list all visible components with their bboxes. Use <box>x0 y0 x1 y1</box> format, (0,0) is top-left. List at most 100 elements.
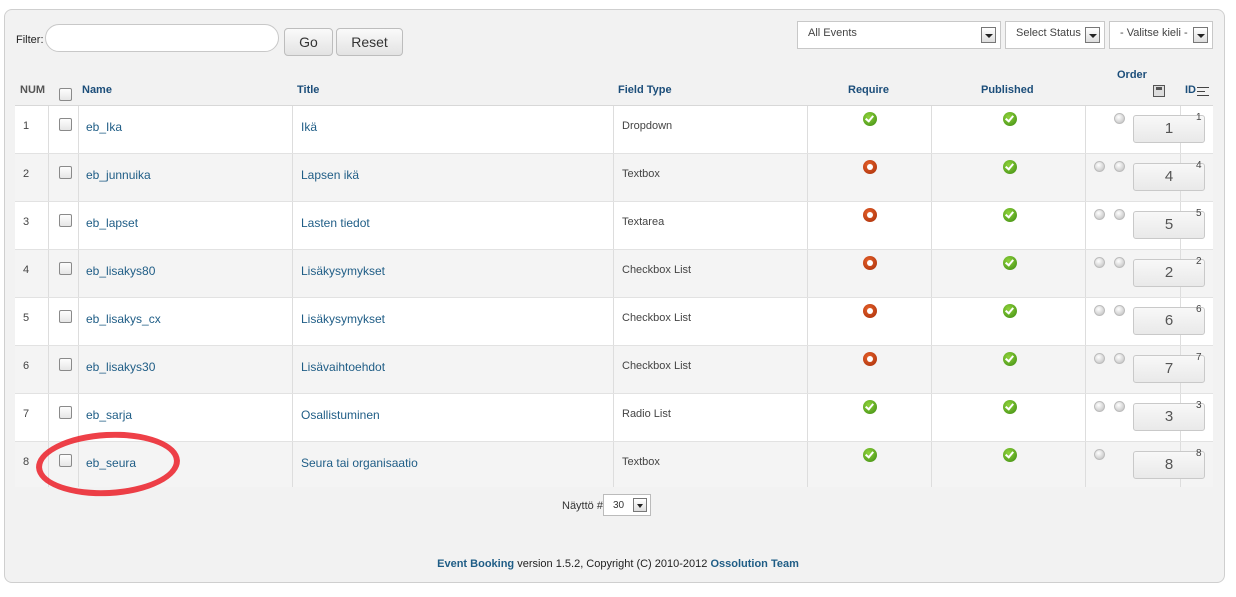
field-id: 5 <box>1196 208 1202 219</box>
move-down-icon[interactable] <box>1114 209 1125 220</box>
column-divider <box>931 106 932 153</box>
order-input[interactable]: 3 <box>1133 403 1205 431</box>
move-down-icon[interactable] <box>1114 257 1125 268</box>
field-name-link[interactable]: eb_lisakys_cx <box>86 312 161 326</box>
status-select[interactable]: Select Status <box>1005 21 1105 49</box>
field-title-link[interactable]: Lisäkysymykset <box>301 264 385 278</box>
num-header: NUM <box>20 84 46 96</box>
check-icon[interactable] <box>863 448 877 462</box>
column-divider <box>1085 394 1086 441</box>
order-input[interactable]: 6 <box>1133 307 1205 335</box>
reset-button[interactable]: Reset <box>336 28 403 56</box>
filter-input[interactable] <box>45 24 279 52</box>
field-name-link[interactable]: eb_lisakys30 <box>86 360 155 374</box>
field-name-link[interactable]: eb_sarja <box>86 408 132 422</box>
move-up-icon[interactable] <box>1094 401 1105 412</box>
field-title-link[interactable]: Lisävaihtoehdot <box>301 360 385 374</box>
column-divider <box>613 250 614 297</box>
row-num: 2 <box>23 168 30 180</box>
column-divider <box>78 346 79 393</box>
order-input[interactable]: 5 <box>1133 211 1205 239</box>
row-num: 8 <box>23 456 30 468</box>
move-up-icon[interactable] <box>1094 209 1105 220</box>
row-checkbox[interactable] <box>59 118 72 131</box>
column-divider <box>1085 202 1086 249</box>
field-name-link[interactable]: eb_Ika <box>86 120 122 134</box>
field-title-link[interactable]: Lasten tiedot <box>301 216 370 230</box>
move-up-icon[interactable] <box>1094 353 1105 364</box>
published-check-icon[interactable] <box>1003 400 1017 414</box>
field-title-link[interactable]: Lisäkysymykset <box>301 312 385 326</box>
field-title-link[interactable]: Seura tai organisaatio <box>301 456 418 470</box>
field-id: 1 <box>1196 112 1202 123</box>
published-check-icon[interactable] <box>1003 208 1017 222</box>
column-divider <box>613 154 614 201</box>
company-link[interactable]: Ossolution Team <box>710 558 798 570</box>
not-required-icon[interactable] <box>863 304 877 318</box>
limit-select[interactable]: 30 <box>603 494 651 516</box>
published-check-icon[interactable] <box>1003 448 1017 462</box>
row-checkbox[interactable] <box>59 166 72 179</box>
field-name-link[interactable]: eb_lisakys80 <box>86 264 155 278</box>
not-required-icon[interactable] <box>863 208 877 222</box>
table-row: 6 eb_lisakys30 Lisävaihtoehdot Checkbox Lis… <box>15 346 1213 394</box>
order-header[interactable]: Order <box>1117 69 1147 81</box>
field-title-link[interactable]: Ikä <box>301 120 317 134</box>
field-title-link[interactable]: Lapsen ikä <box>301 168 359 182</box>
move-down-icon[interactable] <box>1114 353 1125 364</box>
order-input[interactable]: 8 <box>1133 451 1205 479</box>
column-divider <box>613 442 614 489</box>
id-header[interactable]: ID <box>1185 84 1196 96</box>
published-header[interactable]: Published <box>981 84 1034 96</box>
published-check-icon[interactable] <box>1003 304 1017 318</box>
published-check-icon[interactable] <box>1003 352 1017 366</box>
move-up-icon[interactable] <box>1094 449 1105 460</box>
move-down-icon[interactable] <box>1114 113 1125 124</box>
go-button[interactable]: Go <box>284 28 333 56</box>
require-header[interactable]: Require <box>848 84 889 96</box>
published-check-icon[interactable] <box>1003 160 1017 174</box>
move-up-icon[interactable] <box>1094 257 1105 268</box>
order-input[interactable]: 4 <box>1133 163 1205 191</box>
not-required-icon[interactable] <box>863 256 877 270</box>
move-up-icon[interactable] <box>1094 305 1105 316</box>
row-checkbox[interactable] <box>59 214 72 227</box>
order-input[interactable]: 2 <box>1133 259 1205 287</box>
move-up-icon[interactable] <box>1094 161 1105 172</box>
column-divider <box>1085 346 1086 393</box>
field-name-link[interactable]: eb_junnuika <box>86 168 151 182</box>
check-icon[interactable] <box>863 400 877 414</box>
field-id: 3 <box>1196 400 1202 411</box>
product-link[interactable]: Event Booking <box>437 558 514 570</box>
name-header[interactable]: Name <box>82 84 112 96</box>
move-down-icon[interactable] <box>1114 161 1125 172</box>
column-divider <box>78 298 79 345</box>
column-divider <box>48 298 49 345</box>
row-checkbox[interactable] <box>59 310 72 323</box>
move-down-icon[interactable] <box>1114 401 1125 412</box>
check-icon[interactable] <box>863 112 877 126</box>
move-down-icon[interactable] <box>1114 305 1125 316</box>
published-check-icon[interactable] <box>1003 256 1017 270</box>
not-required-icon[interactable] <box>863 160 877 174</box>
order-input[interactable]: 1 <box>1133 115 1205 143</box>
select-all-checkbox[interactable] <box>59 88 72 101</box>
field-title-link[interactable]: Osallistuminen <box>301 408 380 422</box>
field-name-link[interactable]: eb_lapset <box>86 216 138 230</box>
not-required-icon[interactable] <box>863 352 877 366</box>
row-checkbox[interactable] <box>59 262 72 275</box>
save-order-icon[interactable] <box>1153 85 1165 97</box>
column-divider <box>1085 442 1086 489</box>
language-select[interactable]: - Valitse kieli - <box>1109 21 1213 49</box>
order-input[interactable]: 7 <box>1133 355 1205 383</box>
row-num: 7 <box>23 408 30 420</box>
field-id: 4 <box>1196 160 1202 171</box>
event-select[interactable]: All Events <box>797 21 1001 49</box>
field-type-header[interactable]: Field Type <box>618 84 672 96</box>
field-id: 6 <box>1196 304 1202 315</box>
row-checkbox[interactable] <box>59 406 72 419</box>
column-divider <box>613 394 614 441</box>
published-check-icon[interactable] <box>1003 112 1017 126</box>
title-header[interactable]: Title <box>297 84 319 96</box>
row-checkbox[interactable] <box>59 358 72 371</box>
